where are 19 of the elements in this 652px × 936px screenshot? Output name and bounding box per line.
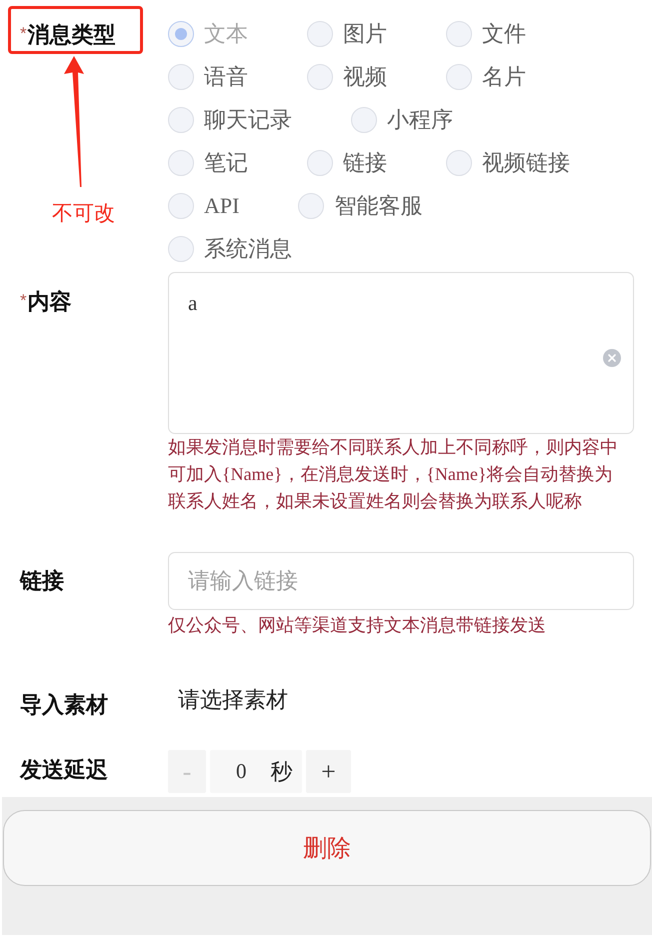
- hint-text: 如果发消息时需要给不同联系人加上不同称呼，则内容中可加入{Name}，在消息发送时，{Name}将会自动替换为联系人姓名，如果未设置姓名则会替换为联系人呢称: [168, 436, 619, 513]
- field-label: 链接: [20, 568, 64, 593]
- hint-text: 仅公众号、网站等渠道支持文本消息带链接发送: [168, 614, 547, 637]
- clear-icon[interactable]: [603, 349, 621, 367]
- delete-button[interactable]: 删除: [3, 810, 651, 886]
- required-mark: *: [20, 291, 27, 310]
- field-label: 发送延迟: [20, 757, 108, 782]
- material-picker[interactable]: 请选择素材: [168, 680, 634, 720]
- delay-field[interactable]: 0 秒: [210, 750, 302, 793]
- field-label: 导入素材: [20, 692, 108, 717]
- required-mark: *: [20, 24, 27, 43]
- field-label: 消息类型: [28, 22, 116, 47]
- annotation-note: 不可改: [52, 201, 115, 227]
- increment-button[interactable]: +: [306, 750, 351, 793]
- field-label: 内容: [28, 289, 72, 314]
- content-textarea[interactable]: a: [168, 272, 634, 434]
- link-input[interactable]: 请输入链接: [168, 552, 634, 610]
- delay-value: 0: [236, 759, 246, 784]
- unit-label: 秒: [270, 758, 292, 786]
